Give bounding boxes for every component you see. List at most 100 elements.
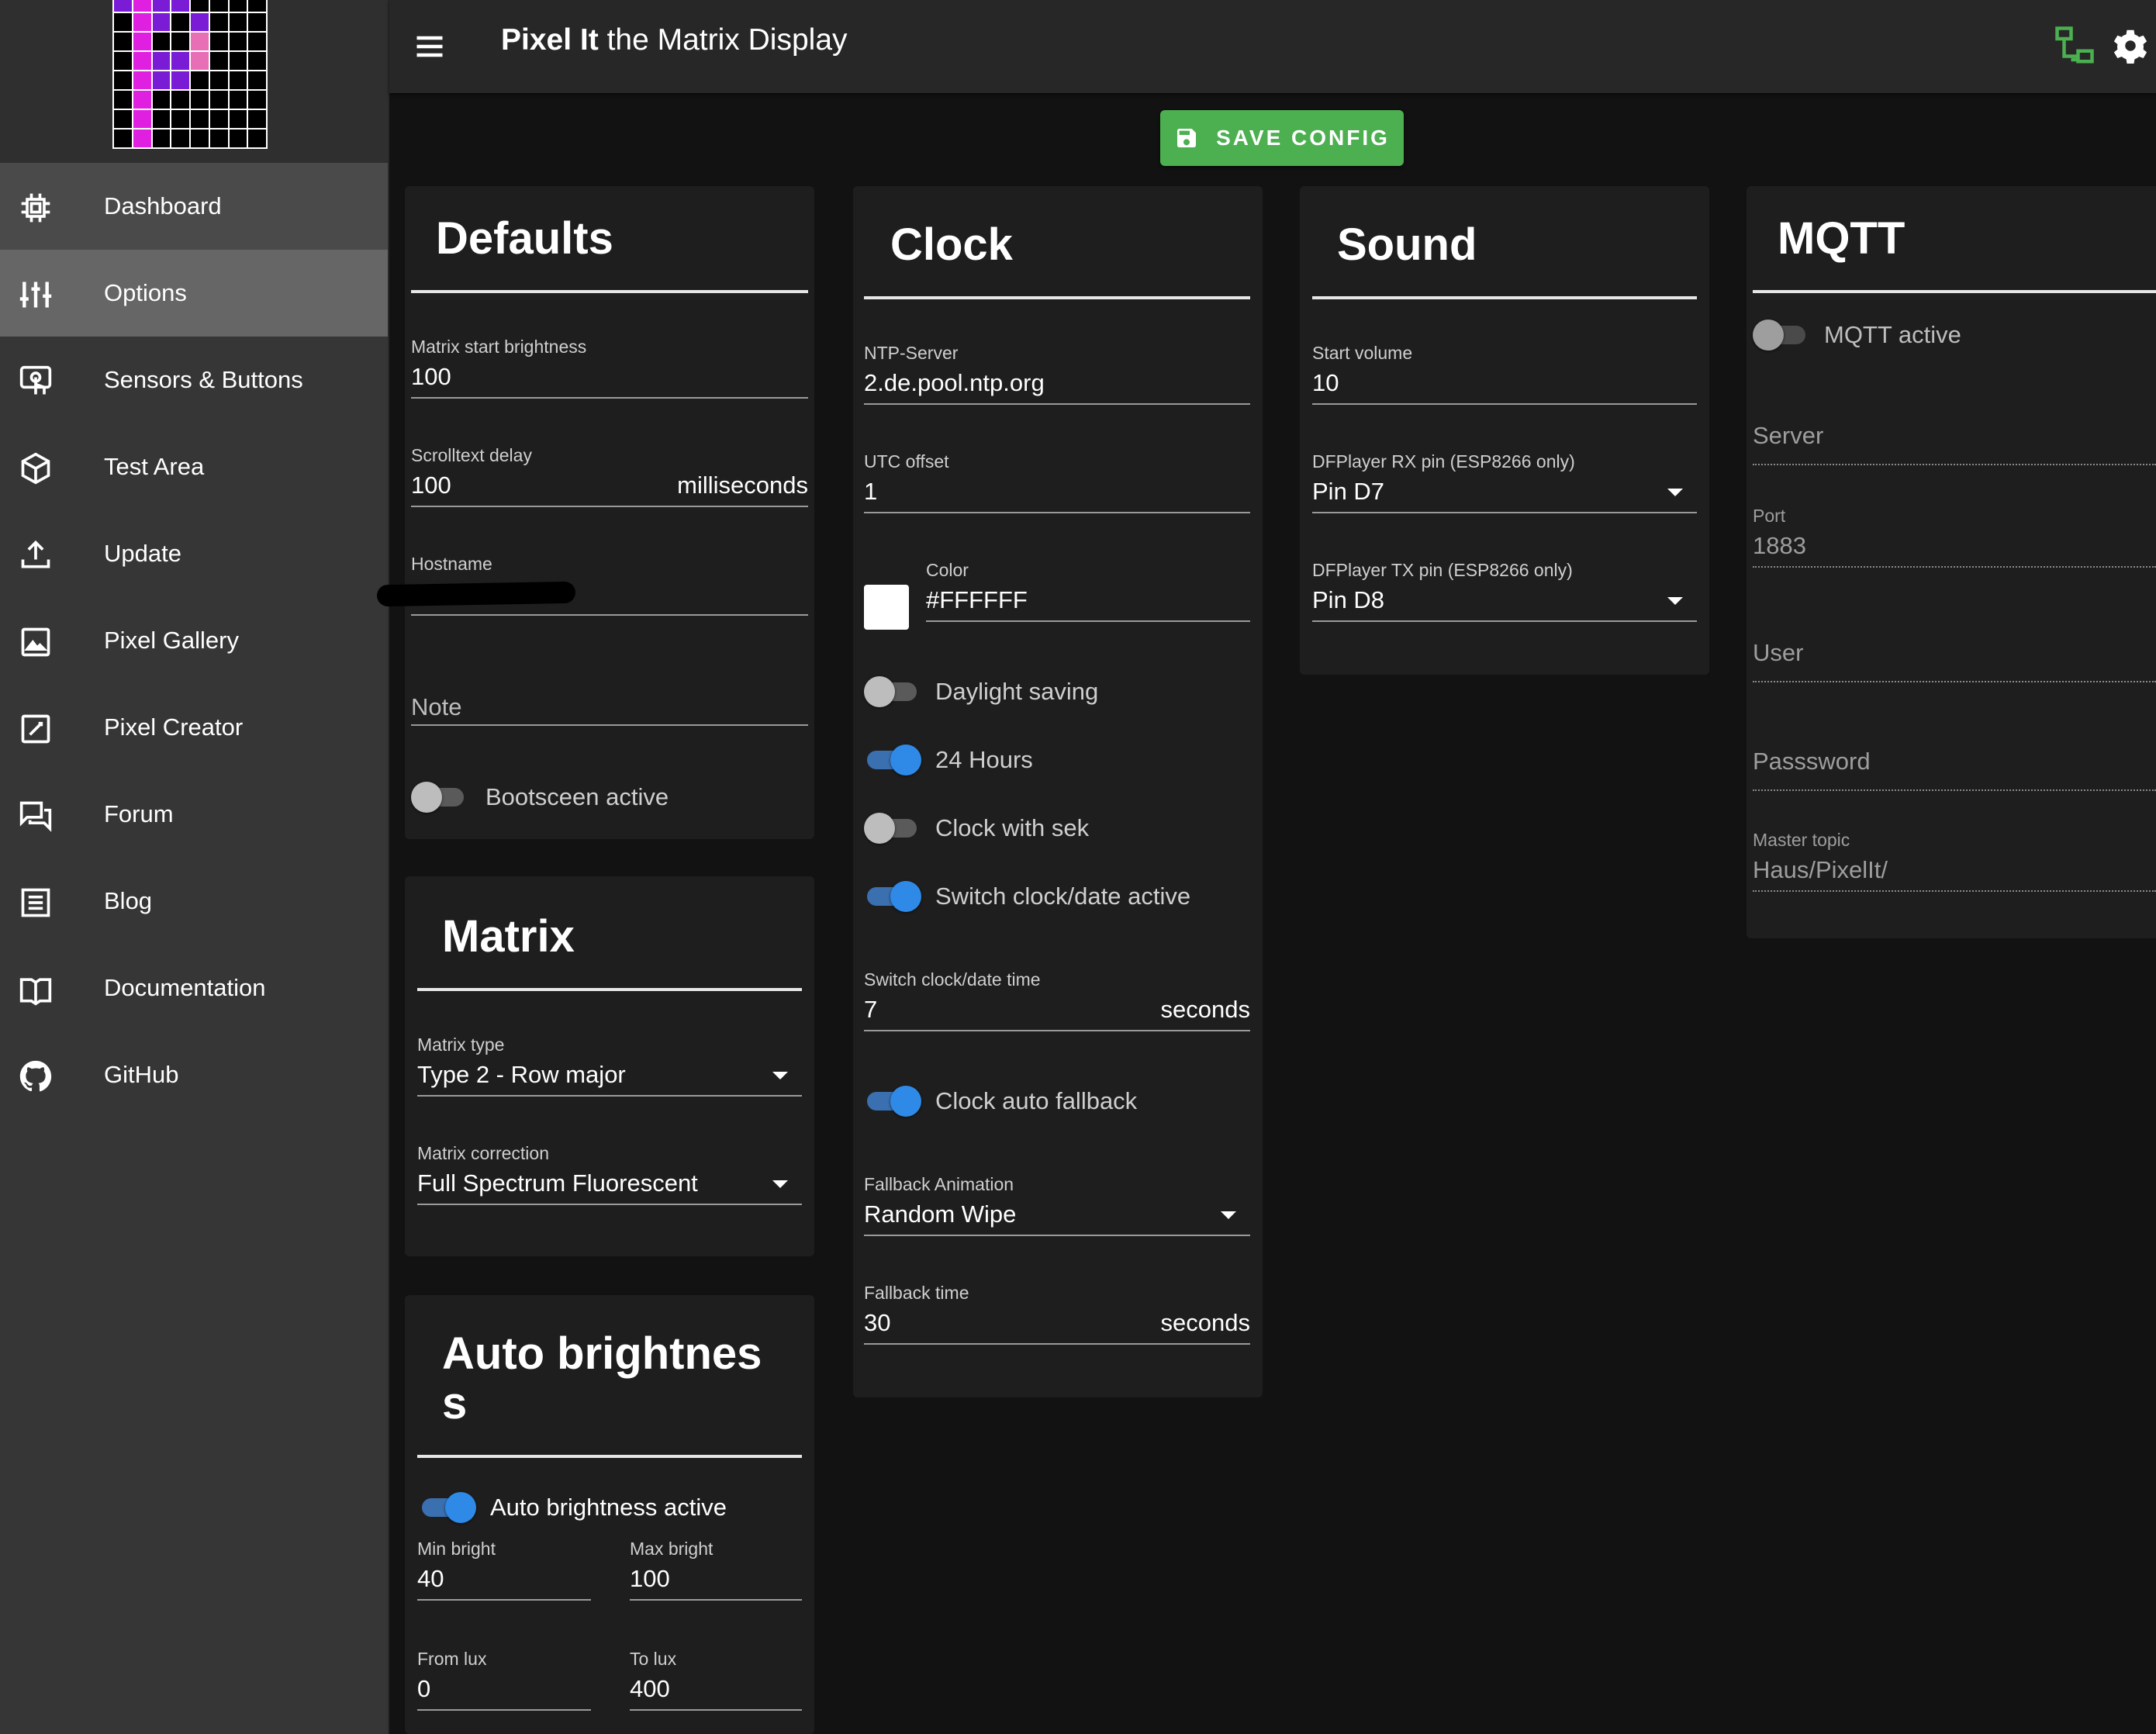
clock-auto-fallback-toggle[interactable]: Clock auto fallback xyxy=(867,1086,1137,1117)
logo-pixel xyxy=(248,91,266,109)
bootscreen-toggle[interactable]: Bootsceen active xyxy=(411,782,669,813)
switch-clock-date-toggle[interactable]: Switch clock/date active xyxy=(867,881,1190,912)
field-value: 1 xyxy=(864,478,878,505)
sidebar-item-options[interactable]: Options xyxy=(0,250,388,337)
fallback-time-field[interactable]: Fallback time 30 seconds xyxy=(864,1283,1250,1345)
field-label: Scrolltext delay xyxy=(411,445,532,465)
divider xyxy=(417,1455,802,1458)
color-swatch[interactable] xyxy=(864,585,909,630)
note-field[interactable]: Note xyxy=(411,693,808,726)
field-value: 2.de.pool.ntp.org xyxy=(864,369,1045,396)
utc-offset-field[interactable]: UTC offset 1 xyxy=(864,451,1250,513)
toggle-label: MQTT active xyxy=(1824,321,1961,348)
logo-pixel xyxy=(152,91,171,109)
sidebar-item-dashboard[interactable]: Dashboard xyxy=(0,163,388,250)
card-title: Clock xyxy=(890,219,1013,270)
switch-time-field[interactable]: Switch clock/date time 7 seconds xyxy=(864,969,1250,1031)
field-value: 1883 xyxy=(1753,532,1806,559)
menu-icon[interactable] xyxy=(413,29,447,64)
logo-pixel xyxy=(248,130,266,147)
field-label: Fallback Animation xyxy=(864,1174,1014,1194)
app-bar: Pixel It the Matrix Display xyxy=(389,0,2156,93)
start-volume-field[interactable]: Start volume 10 xyxy=(1312,343,1697,405)
auto-brightness-toggle[interactable]: Auto brightness active xyxy=(422,1492,727,1523)
sidebar-item-update[interactable]: Update xyxy=(0,510,388,597)
min-bright-field[interactable]: Min bright 40 xyxy=(417,1539,591,1601)
toggle-label: Clock with sek xyxy=(935,814,1090,841)
mqtt-password-field[interactable]: Passsword xyxy=(1753,748,2156,791)
field-label: DFPlayer TX pin (ESP8266 only) xyxy=(1312,560,1573,580)
matrix-card: Matrix Matrix type Type 2 - Row major Ma… xyxy=(405,876,814,1256)
field-value: Haus/PixelIt/ xyxy=(1753,856,1888,883)
sidebar-item-label: Pixel Creator xyxy=(104,713,244,741)
mqtt-user-field[interactable]: User xyxy=(1753,639,2156,682)
logo-pixel xyxy=(191,0,209,12)
max-bright-field[interactable]: Max bright 100 xyxy=(630,1539,802,1601)
matrix-type-select[interactable]: Matrix type Type 2 - Row major xyxy=(417,1035,802,1097)
24-hours-toggle[interactable]: 24 Hours xyxy=(867,744,1033,775)
daylight-saving-toggle[interactable]: Daylight saving xyxy=(864,676,1099,707)
scrolltext-delay-field[interactable]: Scrolltext delay 100 milliseconds xyxy=(411,445,808,507)
mqtt-topic-field[interactable]: Master topic Haus/PixelIt/ xyxy=(1753,830,2156,892)
sidebar-item-label: Test Area xyxy=(104,453,205,480)
clock-with-sek-toggle[interactable]: Clock with sek xyxy=(864,813,1090,844)
chevron-down-icon xyxy=(1667,489,1683,496)
logo-pixel xyxy=(248,13,266,31)
matrix-correction-select[interactable]: Matrix correction Full Spectrum Fluoresc… xyxy=(417,1143,802,1205)
sidebar-item-pixel-gallery[interactable]: Pixel Gallery xyxy=(0,597,388,684)
field-suffix: milliseconds xyxy=(677,471,808,499)
sidebar-item-documentation[interactable]: Documentation xyxy=(0,945,388,1031)
auto-brightness-card: Auto brightnes s Auto brightness active M… xyxy=(405,1295,814,1734)
dfplayer-tx-select[interactable]: DFPlayer TX pin (ESP8266 only) Pin D8 xyxy=(1312,560,1697,622)
gear-icon[interactable] xyxy=(2109,25,2151,67)
save-config-button[interactable]: SAVE CONFIG xyxy=(1160,110,1404,166)
logo-pixel xyxy=(133,130,151,147)
field-label: Matrix type xyxy=(417,1035,505,1055)
logo-pixel xyxy=(209,71,228,89)
from-lux-field[interactable]: From lux 0 xyxy=(417,1649,591,1711)
mqtt-active-toggle[interactable]: MQTT active xyxy=(1753,320,1961,351)
logo-area xyxy=(0,0,388,163)
sidebar-item-sensors[interactable]: Sensors & Buttons xyxy=(0,337,388,423)
sidebar-item-test-area[interactable]: Test Area xyxy=(0,423,388,510)
mqtt-server-field[interactable]: Server xyxy=(1753,422,2156,465)
sidebar-item-forum[interactable]: Forum xyxy=(0,771,388,858)
sidebar-item-label: Options xyxy=(104,279,187,306)
logo-pixel xyxy=(229,110,247,128)
card-title: Auto brightnes s xyxy=(442,1328,762,1428)
logo-pixel xyxy=(133,13,151,31)
to-lux-field[interactable]: To lux 400 xyxy=(630,1649,802,1711)
field-value: Type 2 - Row major xyxy=(417,1061,626,1088)
tune-icon xyxy=(19,278,53,312)
logo-pixel xyxy=(209,110,228,128)
logo-pixel xyxy=(152,13,171,31)
sidebar-item-blog[interactable]: Blog xyxy=(0,858,388,945)
field-value: 100 xyxy=(411,471,451,499)
logo-pixel xyxy=(171,33,189,50)
divider xyxy=(411,290,808,293)
sidebar-item-github[interactable]: GitHub xyxy=(0,1031,388,1118)
brightness-field[interactable]: Matrix start brightness 100 xyxy=(411,337,808,399)
divider xyxy=(1753,290,2156,293)
toggle-label: Daylight saving xyxy=(935,678,1099,705)
logo-pixel xyxy=(191,91,209,109)
logo-pixel xyxy=(229,71,247,89)
ntp-server-field[interactable]: NTP-Server 2.de.pool.ntp.org xyxy=(864,343,1250,405)
field-label: Port xyxy=(1753,506,1786,526)
dfplayer-rx-select[interactable]: DFPlayer RX pin (ESP8266 only) Pin D7 xyxy=(1312,451,1697,513)
github-icon xyxy=(19,1059,53,1093)
sidebar-item-pixel-creator[interactable]: Pixel Creator xyxy=(0,684,388,771)
clock-color-field[interactable]: Color #FFFFFF xyxy=(926,560,1250,622)
field-label: Master topic xyxy=(1753,830,1850,850)
sound-card: Sound Start volume 10 DFPlayer RX pin (E… xyxy=(1300,186,1709,675)
sidebar-item-label: Documentation xyxy=(104,974,266,1001)
edit-icon xyxy=(19,712,53,746)
logo-pixel xyxy=(133,91,151,109)
network-status-icon[interactable] xyxy=(2054,25,2096,67)
logo-pixel xyxy=(171,130,189,147)
logo-pixel xyxy=(133,0,151,12)
pixelit-logo xyxy=(112,0,268,149)
mqtt-port-field[interactable]: Port 1883 xyxy=(1753,506,2156,568)
field-value: Pin D8 xyxy=(1312,586,1385,613)
fallback-animation-select[interactable]: Fallback Animation Random Wipe xyxy=(864,1174,1250,1236)
